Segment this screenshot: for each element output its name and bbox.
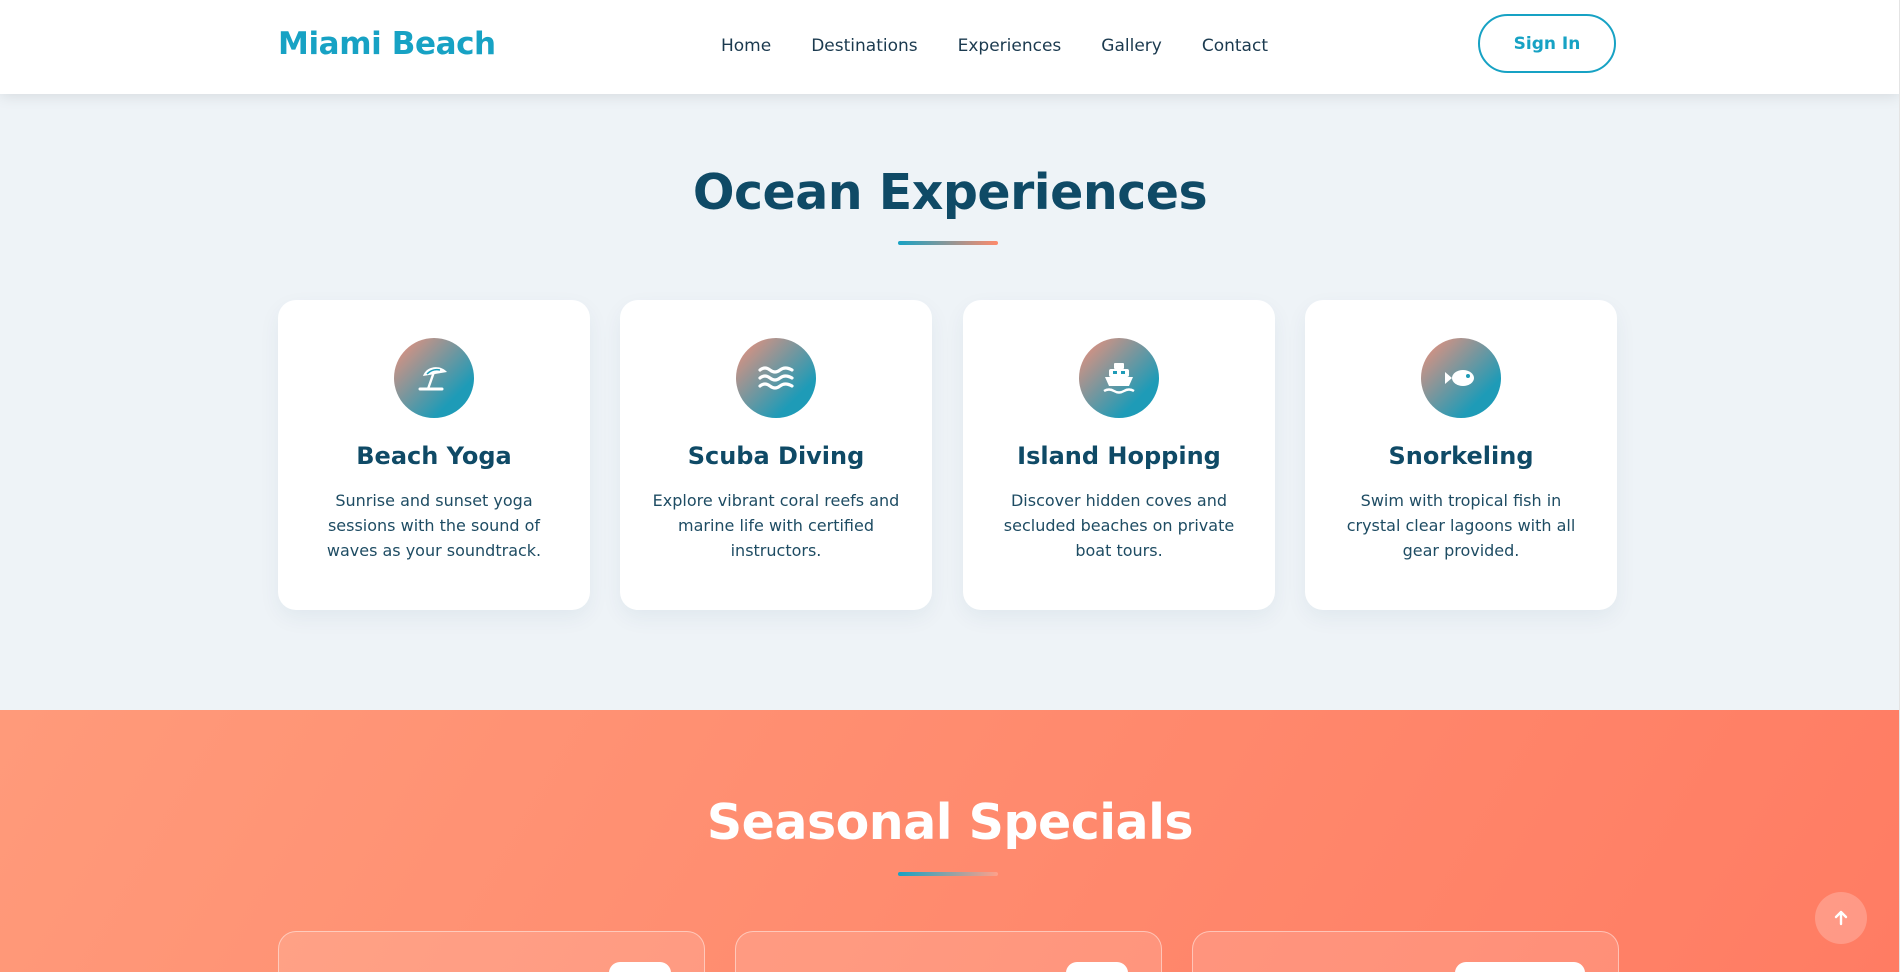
nav-gallery[interactable]: Gallery xyxy=(1101,36,1162,56)
arrow-up-icon xyxy=(1834,910,1848,926)
fish-icon xyxy=(1421,338,1501,418)
experience-card-scuba-diving[interactable]: Scuba Diving Explore vibrant coral reefs… xyxy=(620,300,932,610)
card-title: Scuba Diving xyxy=(687,442,865,470)
title-underline xyxy=(898,872,998,876)
special-card[interactable] xyxy=(1192,931,1619,972)
experience-card-island-hopping[interactable]: Island Hopping Discover hidden coves and… xyxy=(963,300,1275,610)
price-badge xyxy=(609,962,671,972)
site-header: Miami Beach Home Destinations Experience… xyxy=(0,0,1900,94)
nav-home[interactable]: Home xyxy=(721,36,771,56)
nav-contact[interactable]: Contact xyxy=(1202,36,1268,56)
experience-card-beach-yoga[interactable]: Beach Yoga Sunrise and sunset yoga sessi… xyxy=(278,300,590,610)
experience-card-snorkeling[interactable]: Snorkeling Swim with tropical fish in cr… xyxy=(1305,300,1617,610)
water-waves-icon xyxy=(736,338,816,418)
card-title: Island Hopping xyxy=(1017,442,1221,470)
section-title: Seasonal Specials xyxy=(706,794,1194,851)
sign-in-button[interactable]: Sign In xyxy=(1478,14,1616,73)
title-underline xyxy=(898,241,998,245)
card-title: Beach Yoga xyxy=(356,442,512,470)
nav-experiences[interactable]: Experiences xyxy=(958,36,1062,56)
nav-destinations[interactable]: Destinations xyxy=(811,36,917,56)
ocean-experiences-section: Ocean Experiences Beach Yoga Sunrise and… xyxy=(0,94,1900,710)
site-logo[interactable]: Miami Beach xyxy=(278,26,496,62)
beach-umbrella-icon xyxy=(394,338,474,418)
page: Miami Beach Home Destinations Experience… xyxy=(0,0,1900,972)
card-description: Discover hidden coves and secluded beach… xyxy=(1003,491,1235,560)
section-title: Ocean Experiences xyxy=(692,164,1208,221)
seasonal-specials-section: Seasonal Specials xyxy=(0,710,1900,972)
card-description: Explore vibrant coral reefs and marine l… xyxy=(652,491,900,560)
special-card[interactable] xyxy=(735,931,1162,972)
card-title: Snorkeling xyxy=(1388,442,1534,470)
ship-icon xyxy=(1079,338,1159,418)
main-nav: Home Destinations Experiences Gallery Co… xyxy=(721,36,1308,56)
price-badge xyxy=(1066,962,1128,972)
card-description: Sunrise and sunset yoga sessions with th… xyxy=(326,491,542,560)
special-card[interactable] xyxy=(278,931,705,972)
price-badge xyxy=(1455,962,1585,972)
card-description: Swim with tropical fish in crystal clear… xyxy=(1346,491,1576,560)
scroll-to-top-button[interactable] xyxy=(1815,892,1867,944)
